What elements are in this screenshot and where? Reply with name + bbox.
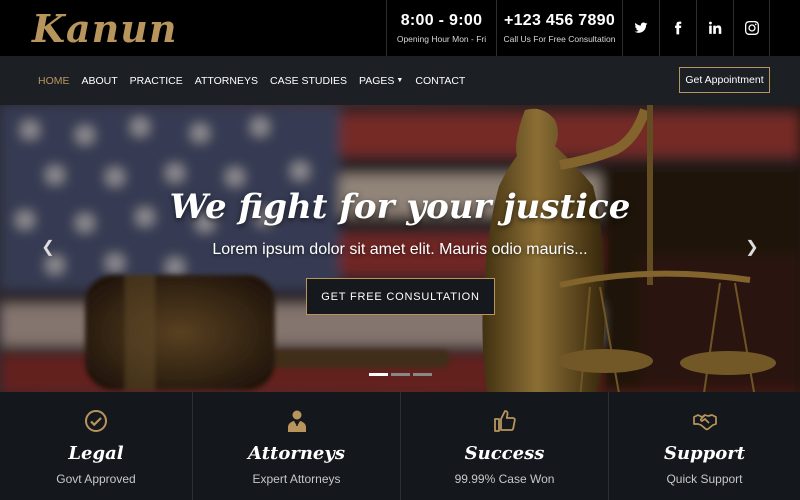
attorney-icon xyxy=(287,410,306,432)
hours-value: 8:00 - 9:00 xyxy=(400,12,483,29)
slider-dot-3[interactable] xyxy=(413,373,432,376)
chevron-right-icon: ❯ xyxy=(745,239,759,256)
twitter-link[interactable] xyxy=(622,0,659,56)
instagram-icon xyxy=(744,21,759,35)
free-consultation-button[interactable]: GET FREE CONSULTATION xyxy=(306,278,495,315)
phone-info: +123 456 7890 Call Us For Free Consultat… xyxy=(496,0,622,56)
feature-support: Support Quick Support xyxy=(609,392,800,500)
get-appointment-button[interactable]: Get Appointment xyxy=(679,67,770,93)
phone-number[interactable]: +123 456 7890 xyxy=(504,12,615,30)
twitter-icon xyxy=(634,22,648,33)
feature-subtitle: 99.99% Case Won xyxy=(454,472,555,486)
handshake-icon xyxy=(692,414,717,431)
top-bar: Kanun 8:00 - 9:00 Opening Hour Mon - Fri… xyxy=(0,0,800,56)
facebook-link[interactable] xyxy=(659,0,696,56)
hours-label: Opening Hour Mon - Fri xyxy=(396,34,487,44)
nav-item-attorneys[interactable]: ATTORNEYS xyxy=(195,75,258,87)
slider-prev-arrow[interactable]: ❮ xyxy=(38,237,58,257)
feature-subtitle: Quick Support xyxy=(666,472,743,486)
linkedin-link[interactable] xyxy=(696,0,733,56)
nav-item-contact[interactable]: CONTACT xyxy=(415,75,465,87)
feature-subtitle: Expert Attorneys xyxy=(252,472,341,486)
features-strip: Legal Govt Approved Attorneys Expert Att… xyxy=(0,392,800,500)
feature-title: Success xyxy=(464,443,545,464)
hero-slider: We fight for your justice Lorem ipsum do… xyxy=(0,105,800,392)
nav-item-practice[interactable]: PRACTICE xyxy=(130,75,183,87)
instagram-link[interactable] xyxy=(733,0,770,56)
facebook-icon xyxy=(675,21,682,35)
opening-hours: 8:00 - 9:00 Opening Hour Mon - Fri xyxy=(386,0,496,56)
nav-item-pages[interactable]: PAGES ▼ xyxy=(359,75,403,87)
slider-dots xyxy=(369,373,435,376)
logo[interactable]: Kanun xyxy=(0,0,386,56)
feature-title: Attorneys xyxy=(248,443,345,464)
slider-dot-1[interactable] xyxy=(369,373,388,376)
feature-success: Success 99.99% Case Won xyxy=(401,392,609,500)
feature-legal: Legal Govt Approved xyxy=(0,392,193,500)
main-nav: HOME ABOUT PRACTICE ATTORNEYS CASE STUDI… xyxy=(0,56,800,105)
slider-dot-2[interactable] xyxy=(391,373,410,376)
nav-menu: HOME ABOUT PRACTICE ATTORNEYS CASE STUDI… xyxy=(0,75,477,87)
chevron-left-icon: ❮ xyxy=(41,239,55,256)
nav-item-about[interactable]: ABOUT xyxy=(82,75,118,87)
feature-attorneys: Attorneys Expert Attorneys xyxy=(193,392,401,500)
feature-title: Legal xyxy=(68,443,124,464)
nav-item-case-studies[interactable]: CASE STUDIES xyxy=(270,75,347,87)
check-circle-icon xyxy=(85,410,107,432)
hero-title: We fight for your justice xyxy=(169,187,631,227)
slider-next-arrow[interactable]: ❯ xyxy=(742,237,762,257)
feature-subtitle: Govt Approved xyxy=(56,472,136,486)
phone-label: Call Us For Free Consultation xyxy=(503,34,616,44)
nav-item-home[interactable]: HOME xyxy=(38,75,70,87)
feature-title: Support xyxy=(663,443,746,464)
hero-subtitle: Lorem ipsum dolor sit amet elit. Mauris … xyxy=(212,241,588,258)
thumbs-up-icon xyxy=(493,410,516,432)
linkedin-icon xyxy=(708,21,722,34)
caret-down-icon: ▼ xyxy=(396,77,404,85)
nav-item-pages-label: PAGES xyxy=(359,74,395,87)
